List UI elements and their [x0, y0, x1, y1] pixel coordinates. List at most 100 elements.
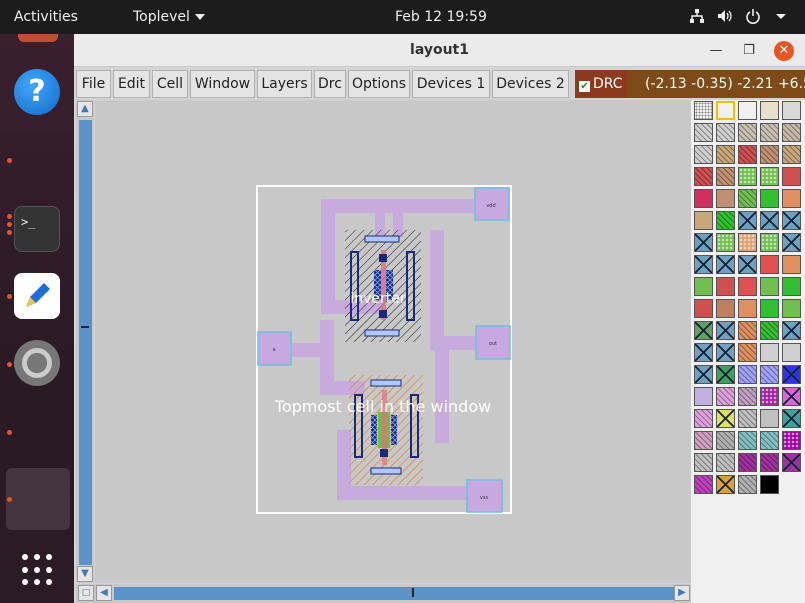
layer-swatch[interactable] — [738, 233, 757, 252]
layer-swatch[interactable] — [716, 189, 735, 208]
layer-swatch[interactable] — [760, 277, 779, 296]
layer-swatch[interactable] — [716, 233, 735, 252]
layer-swatch[interactable] — [738, 277, 757, 296]
layer-swatch[interactable] — [694, 233, 713, 252]
menu-window[interactable]: Window — [190, 70, 255, 98]
horizontal-scrollbar[interactable]: □ ◀ ▶ — [76, 584, 691, 603]
layer-palette[interactable] — [691, 100, 805, 603]
layer-swatch[interactable] — [738, 365, 757, 384]
layer-swatch[interactable] — [782, 409, 801, 428]
layer-swatch[interactable] — [760, 101, 779, 120]
layer-swatch[interactable] — [716, 343, 735, 362]
layer-swatch[interactable] — [760, 145, 779, 164]
clock[interactable]: Feb 12 19:59 — [395, 9, 487, 25]
layer-swatch[interactable] — [760, 299, 779, 318]
layer-swatch[interactable] — [716, 255, 735, 274]
scroll-up-icon[interactable]: ▲ — [77, 101, 93, 117]
layer-swatch[interactable] — [760, 365, 779, 384]
terminal-icon[interactable]: >_ — [14, 206, 60, 252]
scroll-down-icon[interactable]: ▼ — [77, 566, 93, 582]
layer-swatch[interactable] — [760, 321, 779, 340]
menu-cell[interactable]: Cell — [152, 70, 188, 98]
scroll-right-icon[interactable]: ▶ — [674, 585, 690, 601]
app-menu[interactable]: Toplevel — [133, 9, 205, 25]
help-icon[interactable]: ? — [14, 69, 60, 115]
layer-swatch[interactable] — [782, 123, 801, 142]
layer-swatch[interactable] — [782, 167, 801, 186]
system-tray[interactable] — [689, 8, 789, 24]
layer-swatch[interactable] — [782, 453, 801, 472]
layer-swatch[interactable] — [716, 101, 735, 120]
layer-swatch[interactable] — [738, 189, 757, 208]
layer-swatch[interactable] — [716, 365, 735, 384]
layer-swatch[interactable] — [738, 321, 757, 340]
layer-swatch[interactable] — [694, 409, 713, 428]
corner-icon[interactable]: □ — [78, 585, 94, 601]
layer-swatch[interactable] — [782, 277, 801, 296]
menu-edit[interactable]: Edit — [113, 70, 150, 98]
close-icon[interactable]: ✕ — [774, 41, 794, 61]
layer-swatch[interactable] — [738, 299, 757, 318]
layer-swatch[interactable] — [760, 409, 779, 428]
layer-swatch[interactable] — [716, 409, 735, 428]
layer-swatch[interactable] — [738, 123, 757, 142]
layer-swatch[interactable] — [716, 321, 735, 340]
layer-swatch[interactable] — [694, 211, 713, 230]
layer-swatch[interactable] — [716, 475, 735, 494]
maximize-icon[interactable]: ❐ — [739, 41, 759, 61]
layer-swatch[interactable] — [694, 431, 713, 450]
layer-swatch[interactable] — [760, 255, 779, 274]
layer-swatch[interactable] — [782, 101, 801, 120]
layer-swatch[interactable] — [694, 299, 713, 318]
layer-swatch[interactable] — [694, 387, 713, 406]
layer-swatch[interactable] — [716, 145, 735, 164]
layer-swatch[interactable] — [694, 475, 713, 494]
layer-swatch[interactable] — [716, 123, 735, 142]
layer-swatch[interactable] — [782, 431, 801, 450]
layer-swatch[interactable] — [760, 343, 779, 362]
layer-swatch[interactable] — [694, 343, 713, 362]
layer-swatch[interactable] — [694, 123, 713, 142]
drc-toggle[interactable]: ✔ DRC — [575, 70, 627, 98]
layer-swatch[interactable] — [738, 453, 757, 472]
layer-swatch[interactable] — [760, 387, 779, 406]
layer-swatch[interactable] — [738, 211, 757, 230]
menu-options[interactable]: Options — [348, 70, 410, 98]
layer-swatch[interactable] — [716, 431, 735, 450]
menu-layers[interactable]: Layers — [257, 70, 312, 98]
layer-swatch[interactable] — [782, 145, 801, 164]
layer-swatch[interactable] — [716, 277, 735, 296]
layer-swatch[interactable] — [738, 101, 757, 120]
layer-swatch[interactable] — [760, 453, 779, 472]
menu-file[interactable]: File — [76, 70, 111, 98]
minimize-icon[interactable]: — — [706, 41, 726, 61]
layer-swatch[interactable] — [694, 145, 713, 164]
layer-swatch[interactable] — [738, 409, 757, 428]
scrollbar-trough[interactable] — [79, 120, 92, 565]
layer-swatch[interactable] — [738, 145, 757, 164]
layer-swatch[interactable] — [760, 431, 779, 450]
settings-icon[interactable] — [14, 340, 60, 386]
layout-canvas[interactable]: vdd a out vss inverter Topmost cell in t… — [95, 100, 691, 583]
text-editor-icon[interactable] — [14, 273, 60, 319]
layer-swatch[interactable] — [760, 167, 779, 186]
activities-button[interactable]: Activities — [14, 9, 78, 25]
layer-swatch[interactable] — [694, 189, 713, 208]
menu-devices-2[interactable]: Devices 2 — [492, 70, 569, 98]
layer-swatch[interactable] — [782, 365, 801, 384]
menu-drc[interactable]: Drc — [314, 70, 346, 98]
layer-swatch[interactable] — [738, 255, 757, 274]
layer-swatch[interactable] — [738, 343, 757, 362]
layer-swatch[interactable] — [716, 211, 735, 230]
layer-swatch[interactable] — [694, 277, 713, 296]
layer-swatch[interactable] — [738, 387, 757, 406]
layer-swatch[interactable] — [782, 387, 801, 406]
window-titlebar[interactable]: layout1 — ❐ ✕ — [74, 34, 805, 67]
layer-swatch[interactable] — [760, 233, 779, 252]
layer-swatch[interactable] — [782, 343, 801, 362]
layer-swatch[interactable] — [760, 211, 779, 230]
layer-swatch[interactable] — [738, 475, 757, 494]
layer-swatch[interactable] — [694, 255, 713, 274]
scroll-left-icon[interactable]: ◀ — [96, 585, 112, 601]
layer-swatch[interactable] — [716, 453, 735, 472]
